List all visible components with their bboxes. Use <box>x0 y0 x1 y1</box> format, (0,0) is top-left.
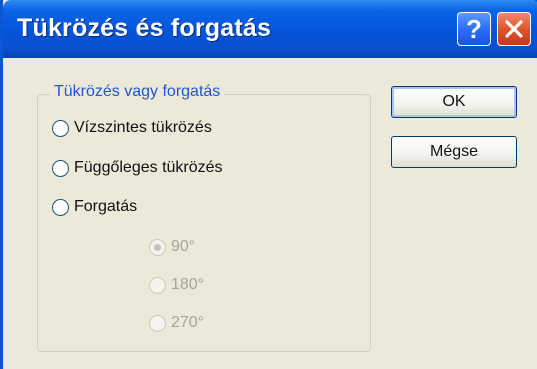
title-bar[interactable]: Tükrözés és forgatás ? <box>3 0 537 58</box>
group-legend: Tükrözés vagy forgatás <box>50 83 225 101</box>
radio-label: 270° <box>171 314 205 331</box>
cancel-button[interactable]: Mégse <box>391 136 517 168</box>
help-button[interactable]: ? <box>457 12 491 46</box>
close-icon <box>505 20 523 38</box>
radio-angle-90[interactable]: 90° <box>149 238 195 256</box>
radio-vertical-flip[interactable]: Függőleges tükrözés <box>52 159 223 177</box>
radio-button[interactable] <box>52 198 69 216</box>
radio-label: Forgatás <box>74 198 138 215</box>
radio-label: Függőleges tükrözés <box>74 159 223 176</box>
radio-button[interactable] <box>149 238 166 256</box>
radio-button[interactable] <box>149 276 166 294</box>
close-button[interactable] <box>497 12 531 46</box>
radio-button[interactable] <box>149 314 166 332</box>
ok-button-label: OK <box>442 93 466 110</box>
ok-button[interactable]: OK <box>391 86 517 118</box>
radio-angle-270[interactable]: 270° <box>149 314 204 332</box>
radio-button[interactable] <box>52 159 69 177</box>
dialog-window: Tükrözés és forgatás ? Tükrözés vagy for… <box>0 0 537 369</box>
radio-label: 90° <box>171 238 196 255</box>
help-icon: ? <box>466 13 482 44</box>
radio-label: 180° <box>171 276 205 293</box>
radio-angle-180[interactable]: 180° <box>149 276 204 294</box>
radio-label: Vízszintes tükrözés <box>74 119 212 136</box>
dialog-body: Tükrözés vagy forgatás Vízszintes tükröz… <box>6 58 537 369</box>
cancel-button-label: Mégse <box>429 143 479 160</box>
radio-horizontal-flip[interactable]: Vízszintes tükrözés <box>52 119 212 137</box>
radio-rotate[interactable]: Forgatás <box>52 198 137 216</box>
radio-button[interactable] <box>52 119 69 137</box>
window-title: Tükrözés és forgatás <box>17 14 272 42</box>
